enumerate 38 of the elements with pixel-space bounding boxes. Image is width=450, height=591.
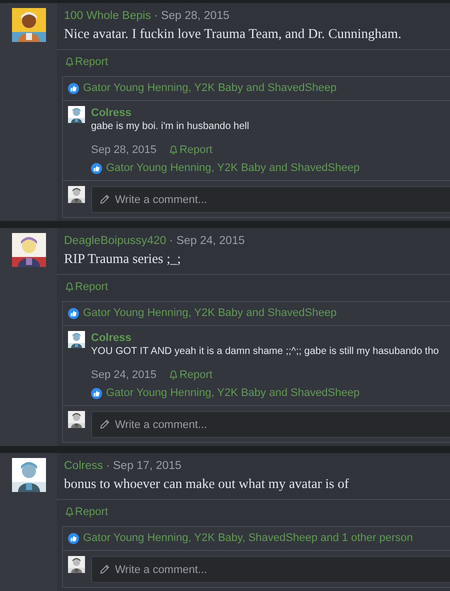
like-icon <box>68 308 79 319</box>
like-icon <box>91 388 102 399</box>
bell-icon <box>65 57 74 67</box>
comment-date[interactable]: Sep 24, 2015 <box>91 368 156 382</box>
like-icon <box>91 163 102 174</box>
post-author[interactable]: DeagleBoipussy420 <box>64 233 166 249</box>
like-icon <box>68 83 79 94</box>
post-date[interactable]: · Sep 17, 2015 <box>106 458 182 474</box>
reactions-list[interactable]: Gator Young Henning, Y2K Baby and ShavedSheep <box>106 387 360 400</box>
post-message: RIP Trauma series ;_; <box>64 250 182 268</box>
post-author[interactable]: 100 Whole Bepis <box>64 8 151 24</box>
post-message: Nice avatar. I fuckin love Trauma Team, and Dr. Cunningham. <box>64 25 402 43</box>
post-message: bonus to whoever can make out what my avatar is of <box>64 475 350 493</box>
report-link[interactable]: Report <box>169 368 212 382</box>
post-date[interactable]: · Sep 28, 2015 <box>154 8 230 24</box>
bell-icon <box>65 507 74 517</box>
reactions-list[interactable]: Gator Young Henning, Y2K Baby, ShavedSheep and 1 other person <box>83 532 413 545</box>
post-date[interactable]: · Sep 24, 2015 <box>169 233 245 249</box>
reactions-list[interactable]: Gator Young Henning, Y2K Baby and ShavedSheep <box>106 162 360 175</box>
comment-field[interactable]: Write a comment... <box>91 411 450 438</box>
comment-author[interactable]: Colress <box>91 331 445 345</box>
report-link[interactable]: Report <box>169 143 212 157</box>
reactions-list[interactable]: Gator Young Henning, Y2K Baby and ShavedSheep <box>83 307 337 320</box>
comment-text: YOU GOT IT AND yeah it is a damn shame ;;^;; gabe is still my hasubando tho <box>91 345 440 359</box>
comment-text: gabe is my boi. i'm in husbando hell <box>91 120 250 134</box>
bell-icon <box>65 282 74 292</box>
bell-icon <box>169 145 178 155</box>
comment-date[interactable]: Sep 28, 2015 <box>91 143 156 157</box>
comment-field[interactable]: Write a comment... <box>91 186 450 213</box>
comment-author[interactable]: Colress <box>91 106 445 120</box>
like-icon <box>68 533 79 544</box>
reactions-list[interactable]: Gator Young Henning, Y2K Baby and ShavedSheep <box>83 82 337 95</box>
bell-icon <box>169 370 178 380</box>
report-link[interactable]: Report <box>65 56 108 68</box>
report-link[interactable]: Report <box>65 281 108 293</box>
report-link[interactable]: Report <box>65 506 108 518</box>
comment-field[interactable]: Write a comment... <box>91 556 450 583</box>
post-author[interactable]: Colress <box>64 458 103 474</box>
